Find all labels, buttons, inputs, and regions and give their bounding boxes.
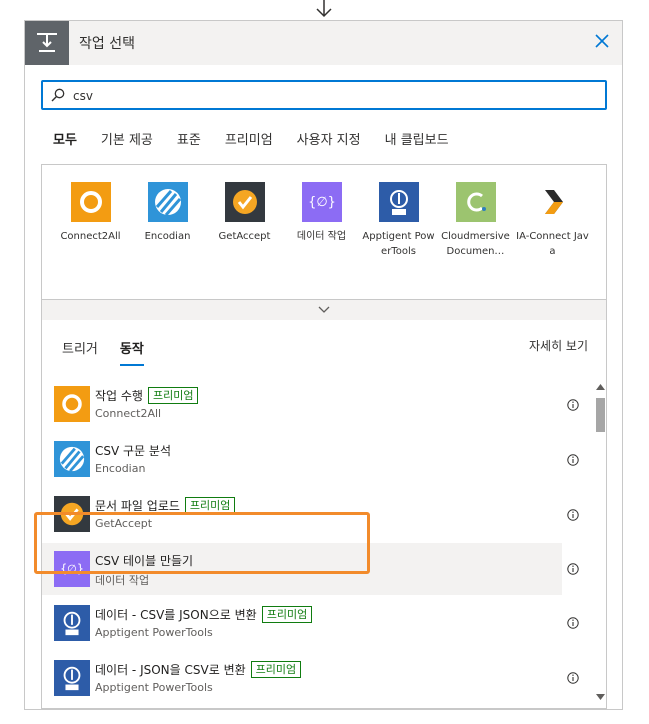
tab-built-in[interactable]: 기본 제공 <box>101 129 153 154</box>
action-connector: Encodian <box>95 462 146 475</box>
tab-triggers[interactable]: 트리거 <box>62 338 98 366</box>
panel-title: 작업 선택 <box>79 36 135 52</box>
scroll-thumb[interactable] <box>596 398 605 432</box>
action-connector: Connect2All <box>95 407 162 420</box>
down-arrow-icon <box>316 0 332 18</box>
connector-apptigent[interactable]: Apptigent PowerTools <box>360 182 437 259</box>
action-title: 작업 수행 <box>95 389 143 403</box>
list-item[interactable]: 작업 수행 프리미엄 Connect2All <box>42 378 562 430</box>
svg-text:{∅}: {∅} <box>60 563 84 576</box>
premium-badge: 프리미엄 <box>147 387 199 404</box>
tab-my-clipboard[interactable]: 내 클립보드 <box>385 129 449 154</box>
connector-label: GetAccept <box>218 231 271 242</box>
connector-cloudmersive[interactable]: Cloudmersive Documen… <box>437 182 514 259</box>
action-step-icon <box>25 21 69 65</box>
list-item-selected[interactable]: {∅} CSV 테이블 만들기 데이터 작업 <box>42 543 562 595</box>
list-item[interactable]: CSV 구문 분석 Encodian <box>42 433 562 485</box>
action-title: CSV 테이블 만들기 <box>95 554 194 568</box>
action-connector: Apptigent PowerTools <box>95 626 213 639</box>
category-tabs: 모두 기본 제공 표준 프리미엄 사용자 지정 내 클립보드 <box>53 129 473 154</box>
connector-label: Cloudmersive Documen… <box>441 231 510 257</box>
tab-actions[interactable]: 동작 <box>119 338 144 366</box>
tab-all[interactable]: 모두 <box>53 129 77 154</box>
connect2all-ring-icon <box>70 182 111 222</box>
expand-connectors-button[interactable] <box>41 300 607 320</box>
info-icon[interactable] <box>567 509 579 521</box>
svg-text:{∅}: {∅} <box>309 195 335 210</box>
action-connector: GetAccept <box>95 517 153 530</box>
action-title: 데이터 - JSON을 CSV로 변환 <box>95 663 246 677</box>
actions-list: 작업 수행 프리미엄 Connect2All CSV 구문 분석 Encodian… <box>42 378 594 704</box>
search-box[interactable] <box>41 80 607 110</box>
actions-panel: 트리거 동작 자세히 보기 작업 수행 프리미엄 Connect2All CSV … <box>41 320 607 709</box>
connector-getaccept[interactable]: GetAccept <box>206 182 283 259</box>
connector-encodian[interactable]: Encodian <box>129 182 206 259</box>
connector-label: Apptigent PowerTools <box>362 231 435 257</box>
choose-action-panel: 작업 선택 모두 기본 제공 표준 프리미엄 사용자 지정 내 클립보드 Con… <box>24 20 623 710</box>
connector-label: Encodian <box>144 231 191 242</box>
premium-badge: 프리미엄 <box>184 497 236 514</box>
see-more-link[interactable]: 자세히 보기 <box>529 337 588 354</box>
connector-label: IA-Connect Java <box>516 231 589 257</box>
data-operation-icon: {∅} <box>301 182 342 222</box>
connectors-panel: Connect2All Encodian GetAccept {∅} 데이터 작… <box>41 164 607 300</box>
connect2all-ring-icon <box>54 386 90 422</box>
info-icon[interactable] <box>567 563 579 575</box>
action-tabs: 트리거 동작 <box>62 338 166 366</box>
tab-standard[interactable]: 표준 <box>177 129 201 154</box>
chevron-down-icon <box>318 306 330 313</box>
getaccept-check-icon <box>224 182 265 222</box>
apptigent-pro-icon <box>378 182 419 222</box>
apptigent-pro-icon <box>54 605 90 641</box>
info-icon[interactable] <box>567 454 579 466</box>
data-operation-icon: {∅} <box>54 551 90 587</box>
premium-badge: 프리미엄 <box>250 661 302 678</box>
tab-custom[interactable]: 사용자 지정 <box>297 129 361 154</box>
list-item[interactable]: 데이터 - CSV를 JSON으로 변환 프리미엄 Apptigent Power… <box>42 597 562 649</box>
scroll-up-icon[interactable] <box>596 384 605 390</box>
encodian-stripes-icon <box>147 182 188 222</box>
list-item[interactable]: 데이터 - JSON을 CSV로 변환 프리미엄 Apptigent PowerT… <box>42 652 562 704</box>
connector-connect2all[interactable]: Connect2All <box>52 182 129 259</box>
scroll-down-icon[interactable] <box>596 694 605 700</box>
info-icon[interactable] <box>567 672 579 684</box>
info-icon[interactable] <box>567 617 579 629</box>
action-title: 데이터 - CSV를 JSON으로 변환 <box>95 608 257 622</box>
connector-label: 데이터 작업 <box>296 231 347 242</box>
connector-label: Connect2All <box>60 231 121 242</box>
list-item[interactable]: 문서 파일 업로드 프리미엄 GetAccept <box>42 488 562 540</box>
action-title: CSV 구문 분석 <box>95 444 171 458</box>
action-title: 문서 파일 업로드 <box>95 499 180 513</box>
action-connector: 데이터 작업 <box>95 574 150 587</box>
panel-header: 작업 선택 <box>25 21 622 65</box>
scrollbar[interactable] <box>594 380 606 706</box>
search-input[interactable] <box>71 85 595 107</box>
apptigent-pro-icon <box>54 660 90 696</box>
action-connector: Apptigent PowerTools <box>95 681 213 694</box>
search-icon <box>51 88 65 102</box>
premium-badge: 프리미엄 <box>261 606 313 623</box>
encodian-stripes-icon <box>54 441 90 477</box>
tab-premium[interactable]: 프리미엄 <box>225 129 273 154</box>
getaccept-check-icon <box>54 496 90 532</box>
connector-ia-connect[interactable]: IA-Connect Java <box>514 182 591 259</box>
cloudmersive-c-icon <box>455 182 496 222</box>
connector-data-operation[interactable]: {∅} 데이터 작업 <box>283 182 360 259</box>
ia-connect-chevron-icon <box>532 182 573 222</box>
close-icon[interactable] <box>592 31 612 51</box>
info-icon[interactable] <box>567 399 579 411</box>
